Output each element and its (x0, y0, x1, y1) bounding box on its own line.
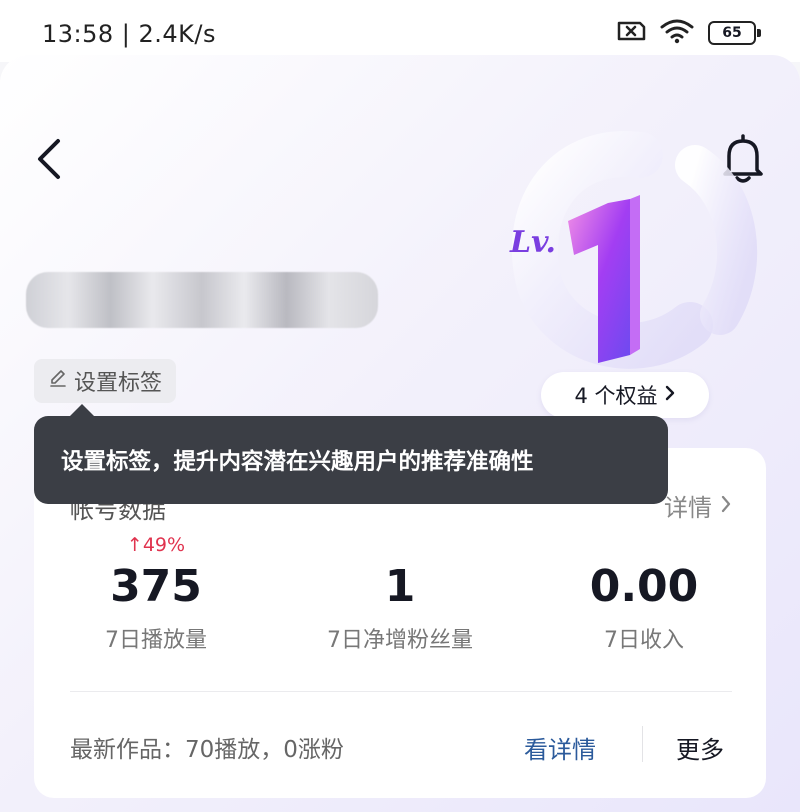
username-redacted (26, 272, 378, 328)
stat-value: 0.00 (589, 561, 699, 612)
perks-label: 4 个权益 (574, 384, 658, 408)
card-detail-link[interactable]: 详情 (664, 488, 732, 523)
perks-button[interactable]: 4 个权益 (541, 372, 709, 418)
edit-pencil-icon (48, 368, 68, 394)
level-label: Lv. (510, 225, 556, 260)
stat-label: 7日收入 (604, 628, 684, 653)
card-detail-label: 详情 (664, 494, 712, 522)
stat-label: 7日净增粉丝量 (327, 628, 473, 653)
card-divider (70, 691, 732, 692)
stat-value: 1 (384, 561, 416, 612)
stat-delta: ↑49% (126, 534, 186, 556)
tooltip-arrow (70, 404, 94, 416)
status-time: 13:58 | 2.4K/s (42, 20, 217, 48)
stat-label: 7日播放量 (105, 628, 207, 653)
vertical-divider (642, 726, 643, 762)
status-icons: 65 (616, 18, 761, 48)
status-bar: 13:58 | 2.4K/s 65 (0, 0, 800, 62)
tag-tooltip[interactable]: 设置标签，提升内容潜在兴趣用户的推荐准确性 (34, 416, 668, 504)
set-tag-label: 设置标签 (74, 371, 163, 396)
tooltip-text: 设置标签，提升内容潜在兴趣用户的推荐准确性 (61, 449, 534, 475)
set-tag-button[interactable]: 设置标签 (34, 359, 177, 403)
sim-off-icon (616, 19, 646, 47)
chevron-left-icon (30, 139, 70, 187)
stat-value: 375 (110, 561, 202, 612)
stat-plays[interactable]: ↑49% 375 7日播放量 (46, 534, 266, 654)
latest-work-summary: 最新作品：70播放，0涨粉 (70, 737, 344, 763)
see-detail-button[interactable]: 看详情 (524, 730, 596, 765)
stat-delta (290, 534, 510, 560)
stat-followers[interactable]: 1 7日净增粉丝量 (290, 534, 510, 654)
back-button[interactable] (30, 135, 70, 183)
wifi-icon (660, 18, 694, 48)
battery-indicator: 65 (708, 21, 761, 45)
stat-income[interactable]: 0.00 7日收入 (534, 534, 754, 654)
chevron-right-icon (720, 492, 732, 520)
chevron-right-icon (664, 383, 676, 407)
more-button[interactable]: 更多 (676, 730, 724, 765)
stat-delta (534, 534, 754, 560)
